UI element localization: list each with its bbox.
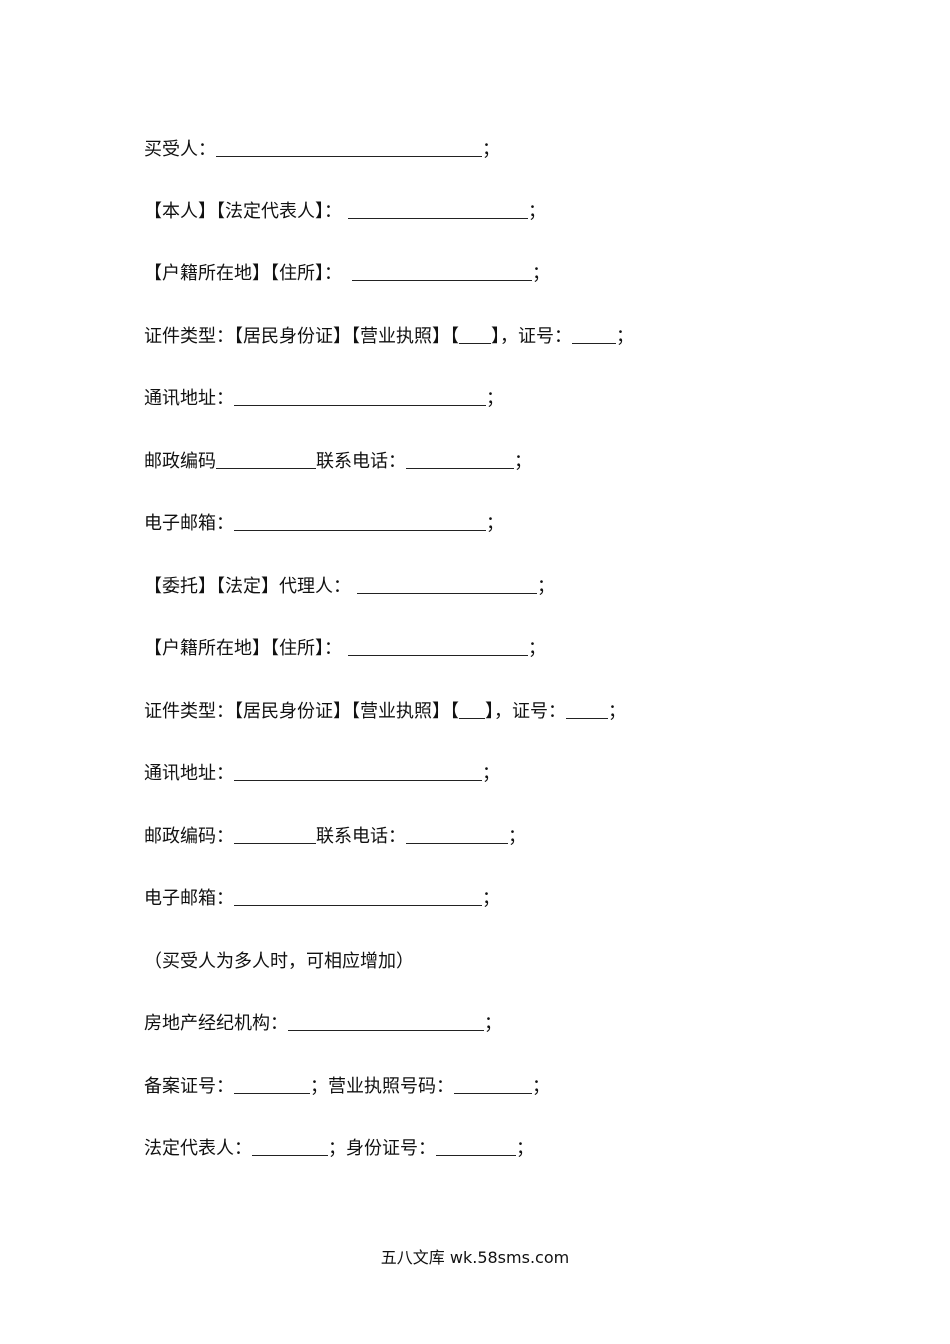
id-type-other-blank[interactable]: [459, 325, 491, 344]
postcode-blank[interactable]: [216, 450, 316, 469]
postcode-phone-line: 邮政编码 联系电话： ；: [144, 450, 532, 474]
semicolon: ；: [482, 763, 500, 784]
field-label: 】，证号：: [485, 701, 566, 722]
semicolon: ；: [516, 1138, 534, 1159]
semicolon: ；: [482, 139, 500, 160]
field-label: 邮政编码: [144, 451, 216, 472]
multiple-buyers-note: （买受人为多人时，可相应增加）: [144, 950, 414, 974]
field-label: 法定代表人：: [144, 1138, 252, 1159]
semicolon: ；: [532, 263, 550, 284]
agent-email-line: 电子邮箱： ；: [144, 887, 500, 911]
field-label: 联系电话：: [316, 826, 406, 847]
agent-address-blank[interactable]: [234, 762, 482, 781]
agency-blank[interactable]: [288, 1012, 484, 1031]
semicolon: ；: [528, 201, 546, 222]
filing-license-line: 备案证号： ；营业执照号码： ；: [144, 1075, 550, 1099]
agent-postcode-blank[interactable]: [234, 825, 316, 844]
representative-blank[interactable]: [348, 200, 528, 219]
agent-email-blank[interactable]: [234, 887, 482, 906]
field-label: 【本人】【法定代表人】：: [144, 201, 342, 222]
field-label: 电子邮箱：: [144, 513, 234, 534]
email-line: 电子邮箱： ；: [144, 512, 504, 536]
semicolon: ；: [486, 388, 504, 409]
field-label: ；营业执照号码：: [310, 1076, 454, 1097]
semicolon: ；: [482, 888, 500, 909]
address-line: 通讯地址： ；: [144, 387, 504, 411]
legal-rep-line: 法定代表人： ；身份证号： ；: [144, 1137, 534, 1161]
semicolon: ；: [616, 326, 634, 347]
license-number-blank[interactable]: [454, 1075, 532, 1094]
agent-postcode-phone-line: 邮政编码： 联系电话： ；: [144, 825, 526, 849]
email-blank[interactable]: [234, 512, 486, 531]
semicolon: ；: [514, 451, 532, 472]
agent-id-type-other-blank[interactable]: [459, 700, 485, 719]
field-label: 【户籍所在地】【住所】：: [144, 638, 342, 659]
field-label: 买受人：: [144, 139, 216, 160]
agency-line: 房地产经纪机构： ；: [144, 1012, 502, 1036]
address-blank[interactable]: [234, 387, 486, 406]
id-number-blank[interactable]: [572, 325, 616, 344]
agent-residence-blank[interactable]: [348, 637, 528, 656]
note-text: （买受人为多人时，可相应增加）: [144, 951, 414, 972]
id-type-line: 证件类型：【居民身份证】【营业执照】【 】，证号： ；: [144, 325, 634, 349]
semicolon: ；: [608, 701, 626, 722]
phone-blank[interactable]: [406, 450, 514, 469]
filing-number-blank[interactable]: [234, 1075, 310, 1094]
semicolon: ；: [486, 513, 504, 534]
semicolon: ；: [484, 1013, 502, 1034]
footer-watermark: 五八文库 wk.58sms.com: [380, 1248, 570, 1267]
semicolon: ；: [532, 1076, 550, 1097]
field-label: 证件类型：【居民身份证】【营业执照】【: [144, 701, 459, 722]
agent-id-number-blank[interactable]: [566, 700, 608, 719]
field-label: 证件类型：【居民身份证】【营业执照】【: [144, 326, 459, 347]
semicolon: ；: [528, 638, 546, 659]
field-label: 备案证号：: [144, 1076, 234, 1097]
agent-line: 【委托】【法定】代理人： ；: [144, 575, 555, 599]
semicolon: ；: [508, 826, 526, 847]
id-card-number-blank[interactable]: [436, 1137, 516, 1156]
field-label: 邮政编码：: [144, 826, 234, 847]
agent-phone-blank[interactable]: [406, 825, 508, 844]
agent-residence-line: 【户籍所在地】【住所】： ；: [144, 637, 546, 661]
field-label: 【委托】【法定】代理人：: [144, 576, 351, 597]
field-label: 】，证号：: [491, 326, 572, 347]
field-label: 联系电话：: [316, 451, 406, 472]
field-label: ；身份证号：: [328, 1138, 436, 1159]
agent-id-type-line: 证件类型：【居民身份证】【营业执照】【 】，证号： ；: [144, 700, 626, 724]
agent-address-line: 通讯地址： ；: [144, 762, 500, 786]
representative-line: 【本人】【法定代表人】： ；: [144, 200, 546, 224]
residence-line: 【户籍所在地】【住所】： ；: [144, 262, 550, 286]
field-label: 房地产经纪机构：: [144, 1013, 288, 1034]
buyer-line: 买受人： ；: [144, 138, 500, 162]
buyer-blank[interactable]: [216, 138, 482, 157]
semicolon: ；: [537, 576, 555, 597]
field-label: 电子邮箱：: [144, 888, 234, 909]
residence-blank[interactable]: [352, 262, 532, 281]
agent-blank[interactable]: [357, 575, 537, 594]
field-label: 【户籍所在地】【住所】：: [144, 263, 342, 284]
field-label: 通讯地址：: [144, 388, 234, 409]
legal-rep-blank[interactable]: [252, 1137, 328, 1156]
field-label: 通讯地址：: [144, 763, 234, 784]
